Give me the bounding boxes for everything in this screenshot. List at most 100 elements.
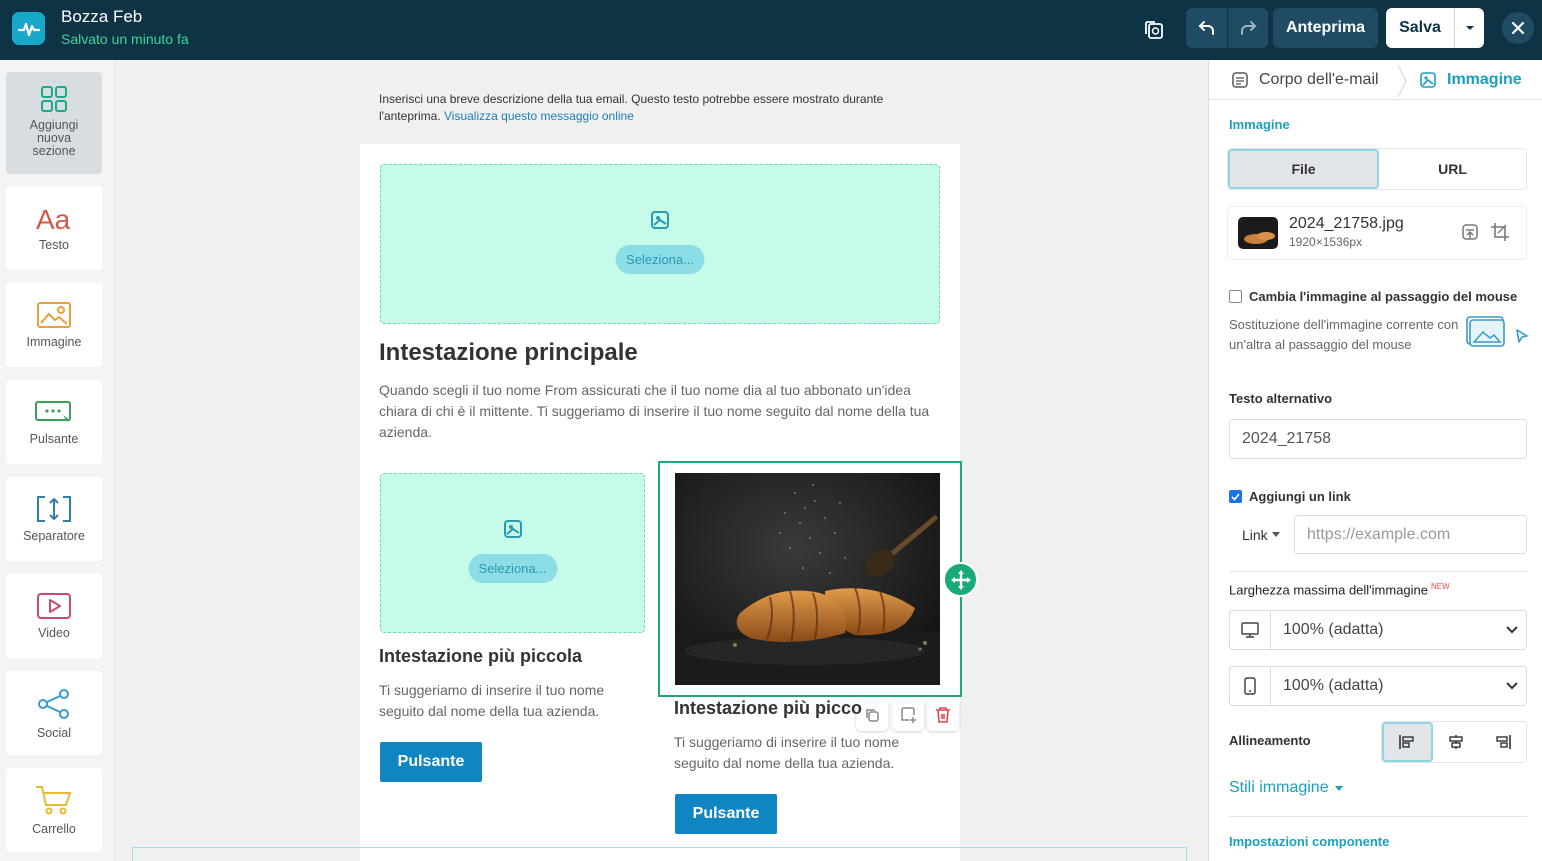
sidebar-item-social[interactable]: Social: [6, 671, 102, 755]
tab-url[interactable]: URL: [1379, 149, 1526, 189]
mobile-width-value: 100% (adatta): [1283, 677, 1384, 694]
image-icon: [1420, 72, 1436, 88]
align-center-button[interactable]: [1433, 722, 1480, 762]
hover-swap-label[interactable]: Cambia l'immagine al passaggio del mouse: [1249, 289, 1517, 304]
mobile-icon: [1230, 667, 1271, 705]
trash-icon: [936, 707, 950, 723]
history-icon[interactable]: [1141, 16, 1167, 42]
left-column-button[interactable]: Pulsante: [380, 742, 482, 782]
top-bar: Bozza Feb Salvato un minuto fa Anteprima…: [0, 0, 1542, 60]
share-icon: [38, 689, 69, 719]
right-column-heading[interactable]: Intestazione più picco: [674, 698, 862, 719]
mobile-width-select[interactable]: 100% (adatta): [1229, 666, 1527, 706]
file-name: 2024_21758.jpg: [1289, 215, 1404, 232]
sidebar-item-text[interactable]: Aa Testo: [6, 186, 102, 270]
sidebar-item-label: Aggiungi nuova sezione: [29, 118, 79, 158]
add-link-label[interactable]: Aggiungi un link: [1249, 489, 1351, 504]
divider: [1229, 571, 1527, 572]
align-left-button[interactable]: [1382, 722, 1433, 762]
sidebar-item-label: Carrello: [32, 822, 76, 836]
caret-down-icon: [1271, 532, 1280, 537]
image-icon: [651, 211, 669, 229]
chevron-down-icon: [1498, 667, 1526, 705]
align-right-button[interactable]: [1479, 722, 1526, 762]
left-column-heading[interactable]: Intestazione più piccola: [379, 646, 582, 667]
move-arrows-icon: [950, 569, 971, 590]
select-image-button[interactable]: Seleziona...: [615, 245, 705, 274]
crop-icon[interactable]: [1490, 222, 1510, 242]
save-block-button[interactable]: [892, 699, 924, 731]
left-column-paragraph[interactable]: Ti suggeriamo di inserire il tuo nome se…: [379, 680, 629, 722]
select-image-button[interactable]: Seleziona...: [468, 554, 557, 583]
desktop-icon: [1230, 611, 1271, 649]
redo-button[interactable]: [1227, 8, 1268, 48]
hover-swap-hint: Sostituzione dell'immagine corrente con …: [1229, 317, 1459, 352]
sidebar-item-image[interactable]: Immagine: [6, 283, 102, 367]
document-title[interactable]: Bozza Feb: [61, 7, 142, 27]
sidebar-item-separator[interactable]: Separatore: [6, 477, 102, 561]
component-settings-title[interactable]: Impostazioni componente: [1229, 834, 1389, 849]
desktop-width-select[interactable]: 100% (adatta): [1229, 610, 1527, 650]
file-dimensions: 1920×1536px: [1289, 235, 1363, 249]
image-styles-toggle[interactable]: Stili immagine: [1229, 779, 1343, 797]
undo-button[interactable]: [1186, 8, 1227, 48]
image-icon: [37, 302, 71, 328]
app-logo-icon[interactable]: [12, 12, 45, 45]
align-right-icon: [1495, 735, 1511, 749]
sidebar-item-label: Immagine: [26, 335, 82, 349]
delete-button[interactable]: [927, 699, 959, 731]
properties-panel: Corpo dell'e-mail Immagine Immagine File…: [1208, 60, 1542, 861]
divider: [1229, 816, 1527, 817]
breadcrumb-email-body[interactable]: Corpo dell'e-mail: [1231, 71, 1379, 89]
save-options-dropdown[interactable]: [1454, 8, 1484, 48]
sidebar-item-label: Separatore: [23, 529, 85, 543]
right-column-button[interactable]: Pulsante: [675, 794, 777, 834]
move-handle[interactable]: [943, 562, 978, 597]
column-image-placeholder[interactable]: Seleziona...: [380, 473, 645, 633]
text-aa-icon: Aa: [36, 204, 71, 232]
alt-text-label: Testo alternativo: [1229, 391, 1333, 406]
next-section-outline[interactable]: [132, 847, 1187, 861]
right-column-paragraph[interactable]: Ti suggeriamo di inserire il tuo nome se…: [674, 732, 924, 774]
svg-text:Aa: Aa: [36, 204, 71, 232]
panel-breadcrumb: Corpo dell'e-mail Immagine: [1209, 60, 1542, 100]
grid-icon: [41, 86, 67, 112]
save-status: Salvato un minuto fa: [61, 31, 189, 47]
hover-swap-checkbox[interactable]: [1229, 290, 1242, 303]
link-type-select[interactable]: Link: [1229, 515, 1295, 554]
separator-icon: [37, 496, 71, 522]
hover-images-illustration-icon: [1466, 316, 1528, 347]
replace-image-icon[interactable]: [1461, 223, 1479, 241]
sidebar-item-button[interactable]: Pulsante: [6, 380, 102, 464]
main-paragraph[interactable]: Quando scegli il tuo nome From assicurat…: [379, 380, 939, 443]
image-thumbnail: [1238, 217, 1278, 249]
tab-file[interactable]: File: [1228, 149, 1379, 189]
preheader-text[interactable]: Inserisci una breve descrizione della tu…: [379, 91, 909, 125]
image-icon: [503, 520, 522, 538]
hero-image-placeholder[interactable]: Seleziona...: [380, 164, 940, 324]
close-button[interactable]: [1502, 12, 1534, 44]
alt-text-input[interactable]: 2024_21758: [1229, 419, 1527, 459]
view-online-link[interactable]: Visualizza questo messaggio online: [444, 109, 634, 123]
close-icon: [1511, 21, 1525, 35]
preview-button[interactable]: Anteprima: [1273, 8, 1378, 48]
link-type-value: Link: [1242, 526, 1268, 543]
croissant-photo[interactable]: [675, 473, 940, 685]
main-heading[interactable]: Intestazione principale: [379, 339, 638, 367]
chevron-down-icon: [1465, 26, 1474, 30]
copy-icon: [866, 709, 879, 722]
save-split-button: Salva: [1386, 8, 1484, 48]
sidebar-item-video[interactable]: Video: [6, 574, 102, 658]
sidebar-item-add-section[interactable]: Aggiungi nuova sezione: [6, 72, 102, 174]
undo-redo-group: [1186, 8, 1268, 48]
link-url-input[interactable]: https://example.com: [1294, 515, 1527, 554]
sidebar-item-label: Testo: [39, 238, 69, 252]
alignment-label: Allineamento: [1229, 733, 1311, 748]
blocks-sidebar: Aggiungi nuova sezione Aa Testo Immagine…: [0, 60, 115, 861]
sidebar-item-cart[interactable]: Carrello: [6, 768, 102, 852]
add-link-checkbox[interactable]: [1229, 490, 1242, 503]
save-button[interactable]: Salva: [1386, 8, 1454, 48]
cart-icon: [36, 786, 72, 815]
max-width-label: Larghezza massima dell'immagine NEW: [1229, 582, 1450, 598]
breadcrumb-image[interactable]: Immagine: [1419, 71, 1522, 89]
